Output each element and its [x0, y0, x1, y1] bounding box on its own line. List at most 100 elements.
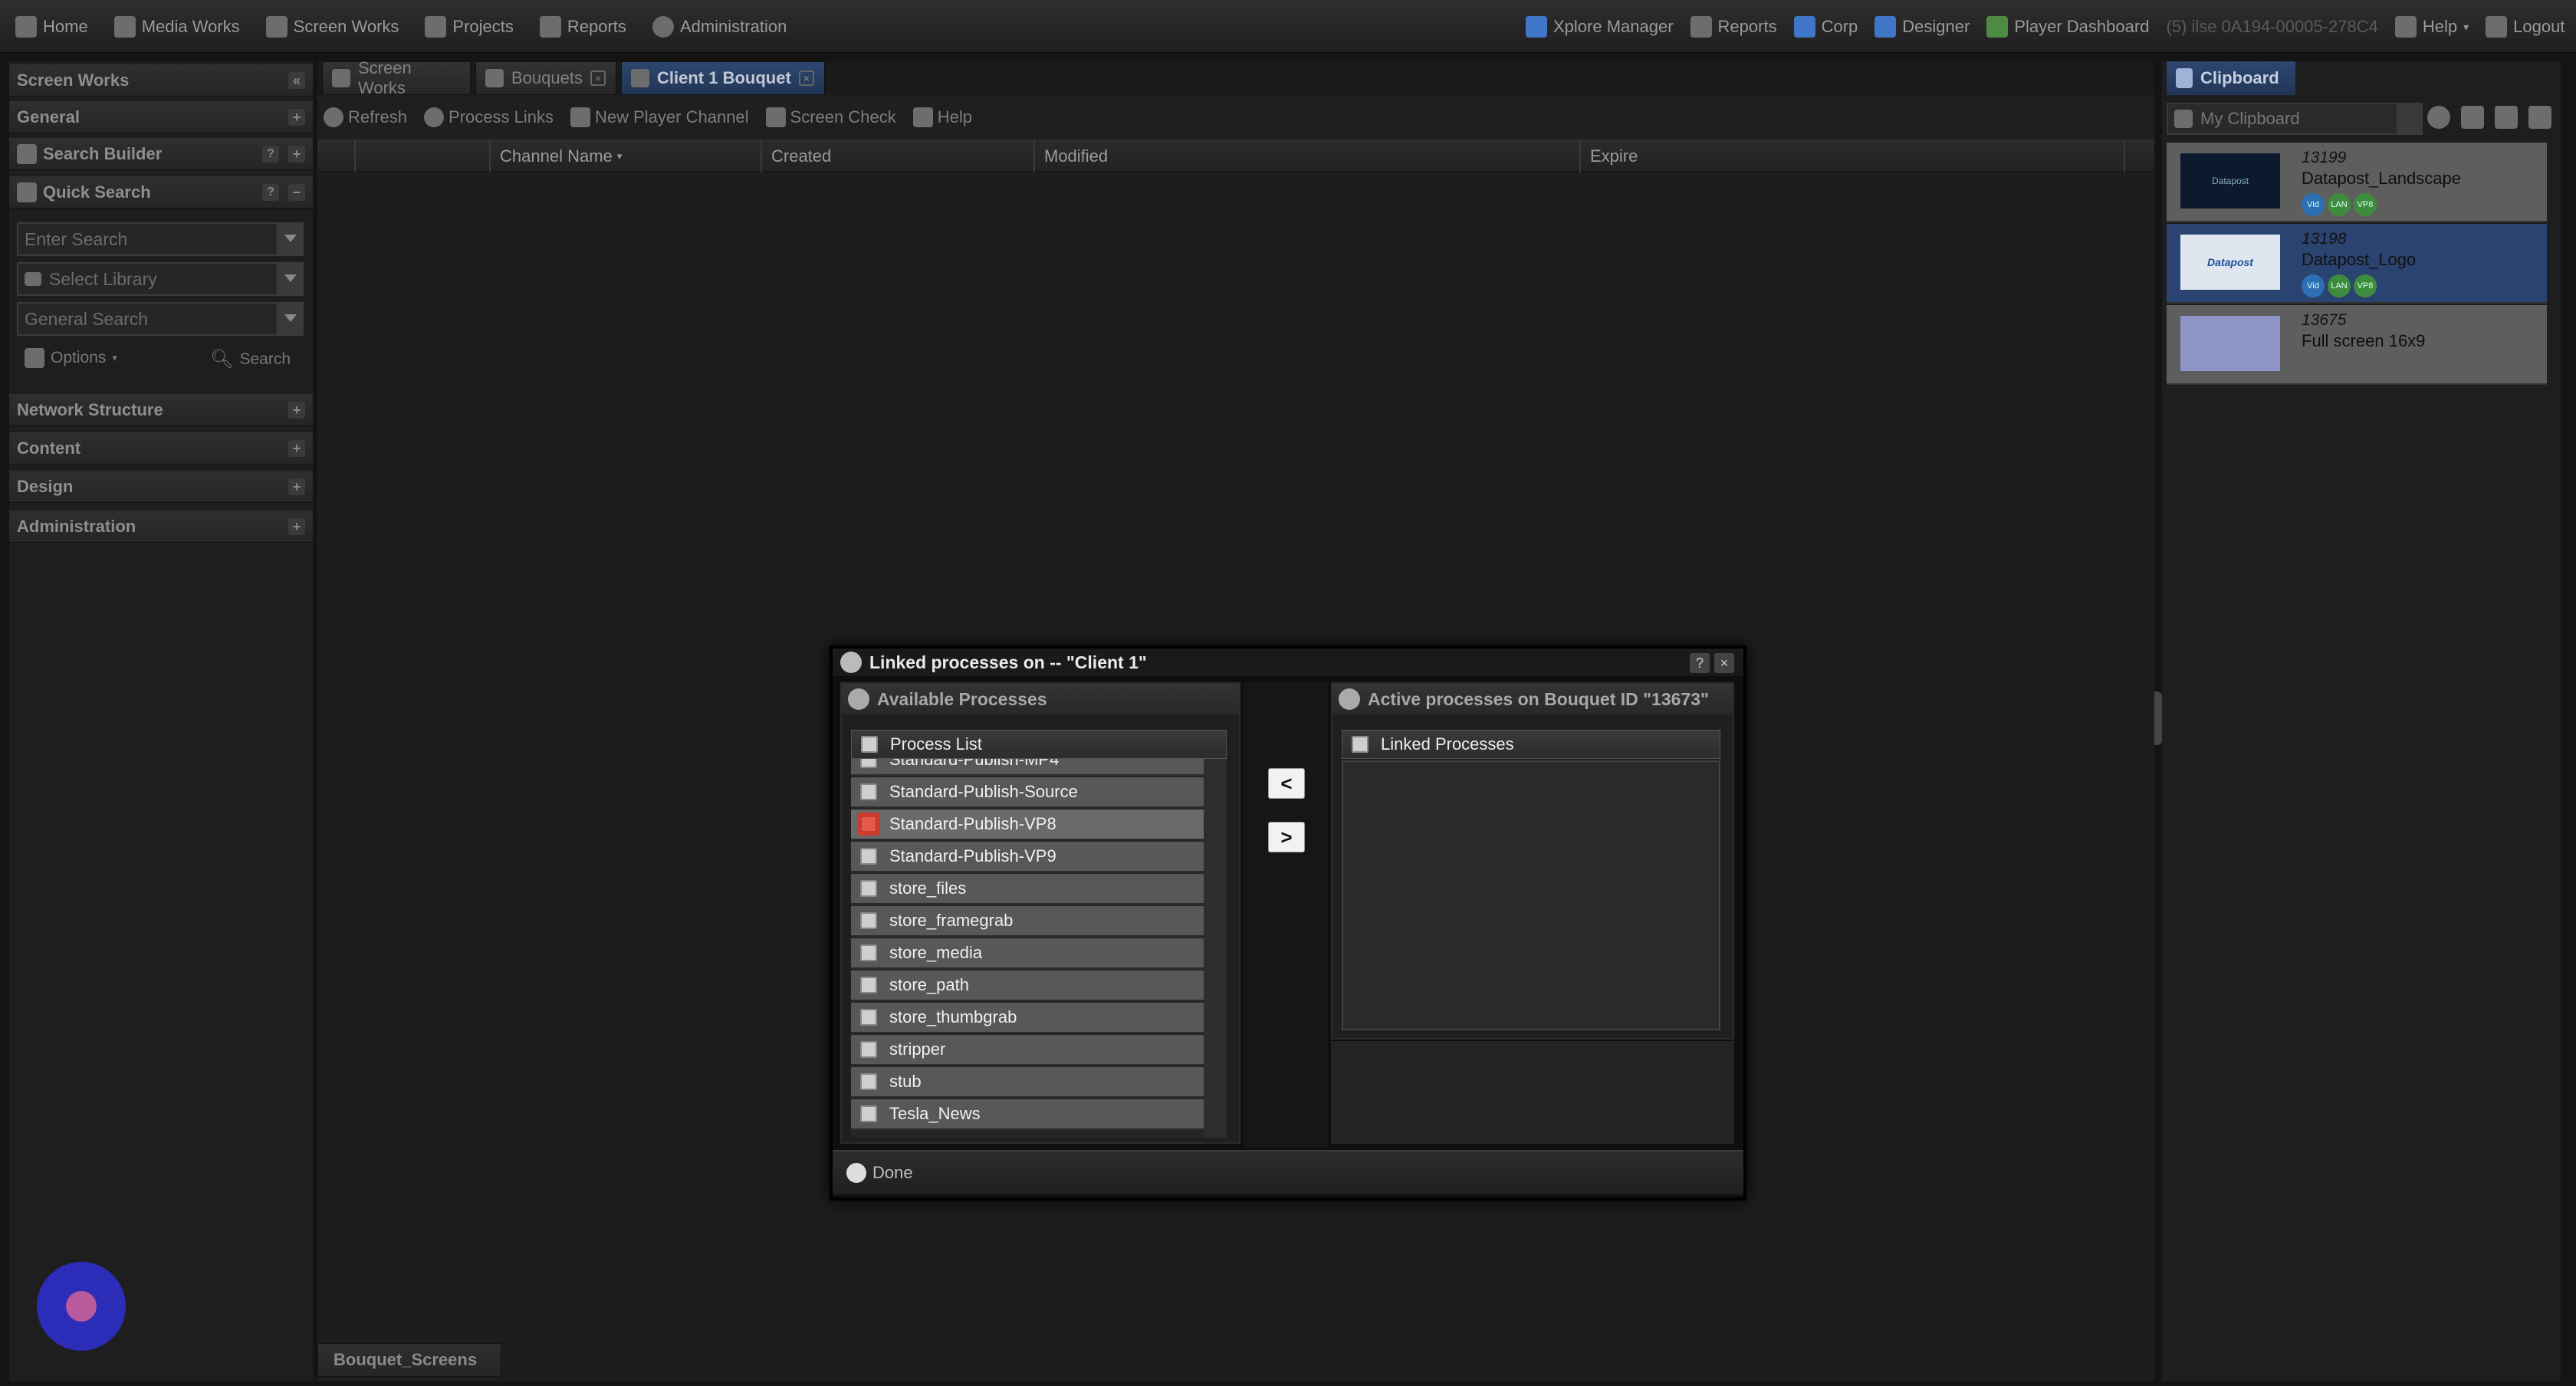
- tab-bouquet-screens[interactable]: Bouquet_Screens: [317, 1343, 501, 1377]
- process-list-scrollbar[interactable]: [1204, 759, 1227, 1138]
- section-content[interactable]: Content +: [9, 432, 313, 465]
- tab-clipboard[interactable]: Clipboard: [2167, 61, 2295, 95]
- nav-home[interactable]: Home: [15, 16, 88, 38]
- move-left-button[interactable]: <: [1268, 768, 1305, 799]
- dialog-help-button[interactable]: ?: [1690, 653, 1710, 673]
- column-channel-name[interactable]: Channel Name ▾: [489, 140, 761, 172]
- panel-resize-handle[interactable]: [2154, 691, 2162, 745]
- row-checkbox[interactable]: [860, 912, 877, 929]
- badge: Vid: [2302, 193, 2325, 216]
- row-checkbox[interactable]: [860, 944, 877, 961]
- list-item[interactable]: Standard-Publish-VP8: [851, 810, 1204, 840]
- done-button[interactable]: Done: [846, 1163, 913, 1183]
- nav-player-dashboard[interactable]: Player Dashboard: [1986, 16, 2149, 38]
- list-item[interactable]: Tesla_News: [851, 1099, 1204, 1130]
- clipboard-select[interactable]: My Clipboard: [2167, 103, 2423, 135]
- nav-corp[interactable]: Corp: [1793, 16, 1858, 38]
- list-item[interactable]: Standard-Publish-Source: [851, 777, 1204, 808]
- section-general[interactable]: General +: [9, 101, 313, 133]
- media-icon: [113, 16, 136, 38]
- help-button[interactable]: Help: [912, 107, 972, 127]
- row-checkbox[interactable]: [860, 848, 877, 865]
- nav-logout[interactable]: Logout: [2486, 16, 2564, 38]
- close-icon[interactable]: ×: [798, 71, 814, 86]
- list-item[interactable]: stripper: [851, 1035, 1204, 1066]
- list-item[interactable]: store_framegrab: [851, 906, 1204, 937]
- close-icon[interactable]: ×: [590, 71, 606, 86]
- row-checkbox[interactable]: [860, 783, 877, 800]
- column-expire[interactable]: Expire: [1579, 140, 2125, 172]
- help-icon[interactable]: ?: [262, 184, 279, 201]
- expand-icon[interactable]: +: [288, 146, 305, 163]
- refresh-button[interactable]: Refresh: [324, 107, 407, 127]
- expand-icon[interactable]: +: [288, 402, 305, 419]
- nav-xplore-manager[interactable]: Xplore Manager: [1526, 16, 1674, 38]
- screen-check-button[interactable]: Screen Check: [765, 107, 896, 127]
- refresh-icon[interactable]: [2427, 106, 2450, 129]
- row-checkbox[interactable]: [860, 759, 877, 768]
- column-modified[interactable]: Modified: [1033, 140, 1579, 172]
- section-design[interactable]: Design +: [9, 471, 313, 503]
- section-network-structure[interactable]: Network Structure +: [9, 394, 313, 426]
- list-item[interactable]: store_path: [851, 971, 1204, 1001]
- search-button[interactable]: 🔍︎ Search: [210, 348, 291, 370]
- select-all-checkbox[interactable]: [1352, 736, 1368, 753]
- nav-projects[interactable]: Projects: [425, 16, 514, 38]
- expand-icon[interactable]: +: [288, 109, 305, 126]
- tab-bouquets[interactable]: Bouquets ×: [475, 61, 616, 95]
- column-created[interactable]: Created: [761, 140, 1033, 172]
- nav-reports[interactable]: Reports: [539, 16, 626, 38]
- row-checkbox[interactable]: [860, 1073, 877, 1090]
- row-checkbox[interactable]: [860, 880, 877, 897]
- help-icon[interactable]: ?: [262, 146, 279, 163]
- list-item[interactable]: Standard-Publish-MP4: [851, 759, 1204, 776]
- list-item[interactable]: Standard-Publish-VP9: [851, 842, 1204, 872]
- nav-designer[interactable]: Designer: [1875, 16, 1970, 38]
- new-player-channel-button[interactable]: New Player Channel: [570, 107, 749, 127]
- process-links-button[interactable]: Process Links: [424, 107, 554, 127]
- thumbnail: [2180, 316, 2280, 371]
- row-checkbox[interactable]: [860, 1041, 877, 1058]
- expand-icon[interactable]: +: [288, 518, 305, 535]
- chevron-down-icon[interactable]: [276, 224, 302, 255]
- list-item[interactable]: store_thumbgrab: [851, 1003, 1204, 1033]
- trash-icon[interactable]: [2528, 106, 2551, 129]
- search-type-select[interactable]: General Search: [17, 302, 304, 336]
- search-input[interactable]: Enter Search: [17, 222, 304, 256]
- nav-help[interactable]: Help ▾: [2394, 16, 2469, 38]
- row-checkbox[interactable]: [860, 816, 877, 833]
- row-checkbox[interactable]: [860, 1105, 877, 1122]
- tab-screen-works[interactable]: Screen Works: [322, 58, 471, 97]
- expand-icon[interactable]: +: [288, 440, 305, 457]
- options-button[interactable]: Options ▾: [25, 348, 117, 368]
- clipboard-item[interactable]: 13675 Full screen 16x9: [2167, 305, 2547, 385]
- chevron-down-icon[interactable]: [276, 264, 302, 294]
- section-quick-search[interactable]: Quick Search? −: [9, 176, 313, 209]
- folder-icon[interactable]: [2461, 106, 2484, 129]
- gear-icon: [424, 107, 445, 127]
- nav-screen-works[interactable]: Screen Works: [265, 16, 399, 38]
- nav-reports-right[interactable]: Reports: [1690, 16, 1777, 38]
- move-right-button[interactable]: >: [1268, 822, 1305, 852]
- nav-media-works[interactable]: Media Works: [113, 16, 240, 38]
- dialog-close-button[interactable]: ×: [1714, 653, 1734, 673]
- section-search-builder[interactable]: Search Builder? +: [9, 138, 313, 170]
- nav-administration[interactable]: Administration: [652, 16, 787, 38]
- tab-client-1-bouquet[interactable]: Client 1 Bouquet ×: [621, 61, 825, 95]
- clipboard-item[interactable]: Datapost 13198 Datapost_Logo Vid LAN VP8: [2167, 224, 2547, 304]
- row-checkbox[interactable]: [860, 977, 877, 994]
- list-item[interactable]: store_media: [851, 938, 1204, 969]
- section-administration[interactable]: Administration +: [9, 511, 313, 543]
- clipboard-item[interactable]: Datapost 13199 Datapost_Landscape Vid LAN…: [2167, 143, 2547, 222]
- collapse-panel-icon[interactable]: «: [288, 72, 305, 89]
- list-item[interactable]: stub: [851, 1067, 1204, 1098]
- list-item[interactable]: store_files: [851, 874, 1204, 905]
- expand-icon[interactable]: +: [288, 478, 305, 495]
- chevron-down-icon[interactable]: [2397, 104, 2421, 133]
- collapse-icon[interactable]: −: [288, 184, 305, 201]
- help-icon[interactable]: [2495, 106, 2518, 129]
- row-checkbox[interactable]: [860, 1009, 877, 1026]
- select-all-checkbox[interactable]: [861, 736, 878, 753]
- chevron-down-icon[interactable]: [276, 304, 302, 334]
- library-select[interactable]: Select Library: [17, 262, 304, 296]
